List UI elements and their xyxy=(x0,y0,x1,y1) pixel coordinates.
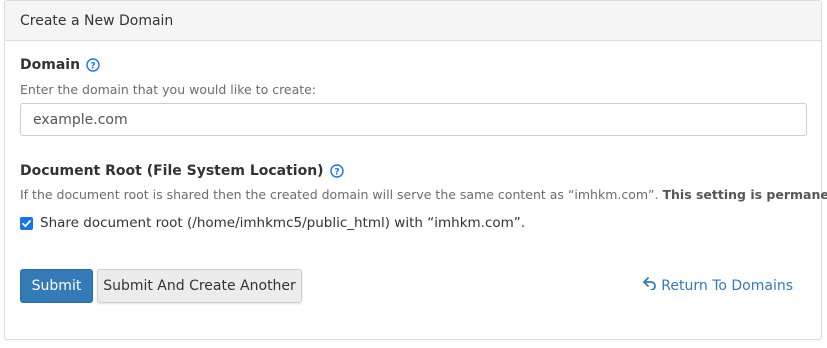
document-root-label-row: Document Root (File System Location) ? xyxy=(20,163,344,179)
domain-label: Domain xyxy=(20,57,81,73)
svg-text:?: ? xyxy=(334,167,339,177)
panel-title: Create a New Domain xyxy=(5,1,821,41)
question-circle-icon[interactable]: ? xyxy=(86,58,100,72)
document-root-label: Document Root (File System Location) xyxy=(20,163,324,179)
return-to-domains-link[interactable]: Return To Domains xyxy=(643,277,793,294)
domain-hint: Enter the domain that you would like to … xyxy=(20,82,317,97)
undo-arrow-icon xyxy=(643,277,657,294)
submit-button[interactable]: Submit xyxy=(20,269,93,303)
question-circle-icon[interactable]: ? xyxy=(329,164,344,178)
share-root-checkbox[interactable] xyxy=(20,216,33,230)
domain-label-row: Domain ? xyxy=(20,57,100,73)
domain-input[interactable] xyxy=(20,103,807,136)
create-domain-panel: Create a New Domain Domain ? Enter the d… xyxy=(4,0,827,340)
document-root-hint: If the document root is shared then the … xyxy=(20,187,827,202)
return-to-domains-label[interactable]: Return To Domains xyxy=(661,278,793,294)
submit-and-create-another-button[interactable]: Submit And Create Another xyxy=(97,269,302,303)
svg-text:?: ? xyxy=(90,61,95,71)
document-root-hint-text: If the document root is shared then the … xyxy=(20,187,659,202)
share-root-label[interactable]: Share document root (/home/imhkmc5/publi… xyxy=(40,215,525,231)
share-root-row: Share document root (/home/imhkmc5/publi… xyxy=(20,215,525,231)
document-root-hint-strong: This setting is permanent. xyxy=(662,187,827,202)
